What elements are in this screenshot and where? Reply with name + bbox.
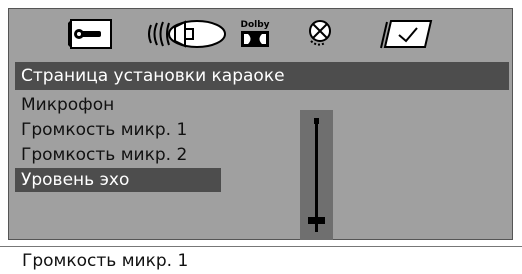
setup-menu-panel: Dolby Страница установки караоке Микрофо… (8, 8, 513, 240)
slider-line (315, 122, 318, 232)
osd-screen: Dolby Страница установки караоке Микрофо… (0, 0, 522, 274)
speaker-audio-icon[interactable] (145, 17, 227, 51)
menu-item-echo-level[interactable]: Уровень эхо (15, 168, 221, 192)
checkbox-preference-icon[interactable] (379, 17, 435, 51)
dolby-text: Dolby (240, 20, 270, 30)
slider-handle[interactable] (308, 216, 325, 224)
setup-wrench-icon[interactable] (65, 17, 115, 51)
disc-icon[interactable] (303, 17, 339, 51)
status-bar: Громкость микр. 1 (0, 246, 522, 274)
page-title: Страница установки караоке (15, 62, 509, 90)
dolby-logo-icon[interactable]: Dolby (231, 17, 279, 51)
menu-item-mic2-volume[interactable]: Громкость микр. 2 (15, 143, 221, 167)
echo-level-slider[interactable] (300, 110, 333, 240)
menu-item-microphone[interactable]: Микрофон (15, 93, 221, 117)
menu-item-mic1-volume[interactable]: Громкость микр. 1 (15, 118, 221, 142)
icon-toolbar: Dolby (9, 9, 512, 59)
slider-top-cap (314, 118, 319, 124)
status-text: Громкость микр. 1 (22, 251, 189, 271)
menu-list: Микрофон Громкость микр. 1 Громкость мик… (15, 93, 285, 193)
